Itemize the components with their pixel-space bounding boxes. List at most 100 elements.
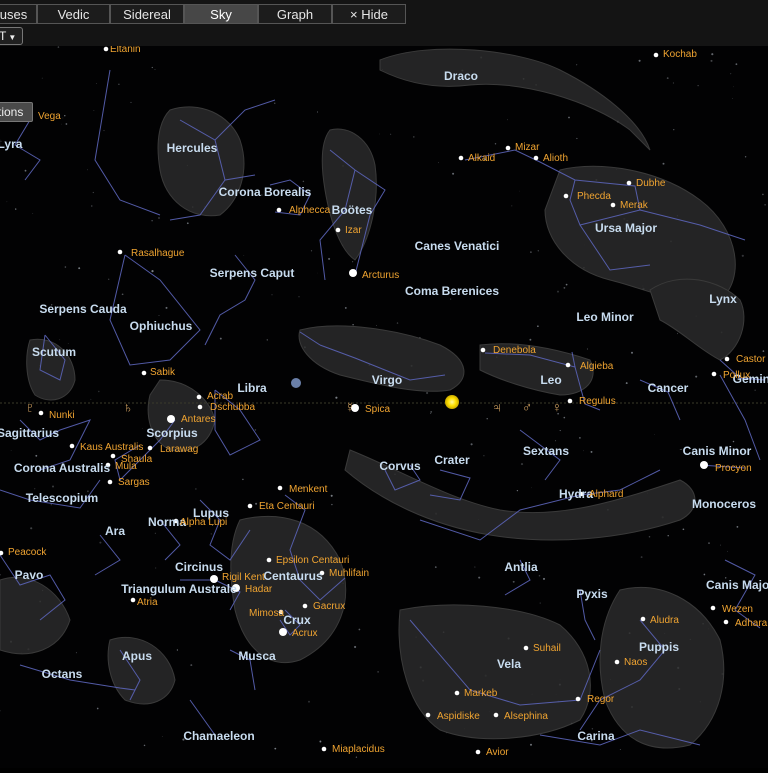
background-star — [0, 574, 1, 576]
star-label-hadar: Hadar — [245, 584, 273, 595]
star-aludra[interactable] — [640, 616, 646, 622]
star-nunki[interactable] — [38, 410, 44, 416]
background-star — [390, 133, 392, 135]
background-star — [15, 208, 17, 210]
background-star — [41, 77, 43, 79]
background-star — [518, 190, 520, 192]
star-rasalhague[interactable] — [117, 249, 123, 255]
tab-vedic[interactable]: Vedic — [37, 4, 110, 24]
background-star — [352, 323, 354, 326]
star-phecda[interactable] — [563, 193, 569, 199]
star-eltanin[interactable] — [103, 46, 109, 52]
star-gacrux[interactable] — [302, 603, 308, 609]
star-suhail[interactable] — [523, 645, 529, 651]
star-procyon[interactable] — [700, 461, 708, 469]
star-denebola[interactable] — [480, 347, 486, 353]
timezone-select[interactable]: T ▼ — [0, 27, 23, 45]
star-label-castor: Castor — [736, 354, 766, 365]
star-label-denebola: Denebola — [493, 345, 536, 356]
star-sargas[interactable] — [107, 479, 113, 485]
star-larawag[interactable] — [147, 445, 153, 451]
star-alphecca[interactable] — [276, 207, 282, 213]
star-eta-centauri[interactable] — [247, 503, 253, 509]
planet-glyph[interactable]: ♂ — [522, 399, 533, 415]
star-kaus-australis[interactable] — [69, 443, 75, 449]
planet-glyph[interactable]: ♃ — [492, 399, 503, 415]
background-star — [682, 528, 685, 531]
star-mizar[interactable] — [505, 145, 511, 151]
star-dubhe[interactable] — [626, 180, 632, 186]
background-star — [697, 85, 699, 87]
background-star — [732, 86, 734, 88]
star-antares[interactable] — [167, 415, 175, 423]
background-star — [91, 205, 93, 207]
star-algieba[interactable] — [565, 362, 571, 368]
star-sabik[interactable] — [141, 370, 147, 376]
planet-glyph[interactable]: ♀ — [552, 399, 563, 415]
tab-houses[interactable]: uses — [0, 4, 37, 24]
background-star — [736, 526, 739, 528]
planet-glyph[interactable]: ♄ — [123, 399, 134, 415]
star-aspidiske[interactable] — [425, 712, 431, 718]
star-arcturus[interactable] — [349, 269, 357, 277]
tab-graph[interactable]: Graph — [258, 4, 332, 24]
background-star — [10, 450, 12, 451]
star-alkaid[interactable] — [458, 155, 464, 161]
background-star — [672, 82, 674, 84]
sky-map[interactable]: ♇ ♄ ♃ ♂ ♀ ☿ Draco Lyra Hercules Corona Borealis B… — [0, 44, 768, 768]
background-star — [625, 382, 628, 385]
star-markeb[interactable] — [454, 690, 460, 696]
star-alioth[interactable] — [533, 155, 539, 161]
sky-chart[interactable]: ♇ ♄ ♃ ♂ ♀ ☿ Draco Lyra Hercules Corona Borealis B… — [0, 44, 768, 768]
background-star — [274, 102, 276, 104]
hide-button[interactable]: × Hide — [332, 4, 406, 24]
star-peacock[interactable] — [0, 550, 4, 556]
background-star — [576, 64, 578, 66]
background-star — [24, 169, 27, 172]
star-miaplacidus[interactable] — [321, 746, 327, 752]
star-dschubba[interactable] — [197, 404, 203, 410]
star-castor[interactable] — [724, 356, 730, 362]
star-kochab[interactable] — [653, 52, 659, 58]
background-star — [640, 556, 643, 559]
star-acrux[interactable] — [279, 628, 287, 636]
options-button[interactable]: tions — [0, 102, 33, 122]
star-label-spica: Spica — [365, 404, 390, 415]
background-star — [64, 266, 67, 268]
star-regulus[interactable] — [567, 398, 573, 404]
star-wezen[interactable] — [710, 605, 716, 611]
background-star — [151, 66, 153, 69]
planet-glyph[interactable]: ♇ — [25, 399, 36, 415]
background-star — [274, 747, 277, 750]
sun-icon[interactable] — [445, 395, 459, 409]
tab-sky[interactable]: Sky — [184, 4, 258, 24]
star-regor[interactable] — [575, 696, 581, 702]
background-star — [90, 398, 92, 400]
star-avior[interactable] — [475, 749, 481, 755]
background-star — [583, 450, 584, 452]
star-acrab[interactable] — [196, 394, 202, 400]
star-atria[interactable] — [130, 597, 136, 603]
planet-glyph[interactable]: ☿ — [345, 399, 356, 415]
star-epsilon-centauri[interactable] — [266, 557, 272, 563]
star-menkent[interactable] — [277, 485, 283, 491]
constellation-label-libra: Libra — [237, 381, 267, 395]
star-pollux[interactable] — [711, 371, 717, 377]
background-star — [764, 203, 766, 206]
star-naos[interactable] — [614, 659, 620, 665]
star-label-mimosa: Mimosa — [249, 608, 284, 619]
moon-icon[interactable] — [291, 378, 301, 388]
background-star — [319, 740, 322, 743]
star-alsephina[interactable] — [493, 712, 499, 718]
background-star — [679, 449, 681, 451]
star-shaula[interactable] — [110, 453, 116, 459]
star-adhara[interactable] — [723, 619, 729, 625]
star-merak[interactable] — [610, 202, 616, 208]
star-izar[interactable] — [335, 227, 341, 233]
constellation-label-puppis: Puppis — [639, 640, 679, 654]
background-star — [470, 443, 473, 446]
tab-sidereal[interactable]: Sidereal — [110, 4, 184, 24]
star-label-muhlifain: Muhlifain — [329, 568, 369, 579]
constellation-label-apus: Apus — [122, 649, 152, 663]
background-star — [6, 201, 8, 203]
